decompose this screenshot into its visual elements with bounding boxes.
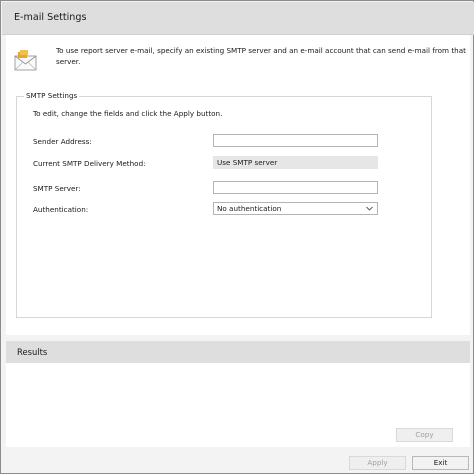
group-legend: SMTP Settings (24, 91, 80, 100)
smtp-settings-group: SMTP Settings To edit, change the fields… (16, 91, 432, 318)
intro-text: To use report server e-mail, specify an … (56, 46, 466, 66)
page-header: E-mail Settings (2, 2, 474, 35)
email-settings-panel: To use report server e-mail, specify an … (6, 35, 470, 335)
sender-address-label: Sender Address: (33, 137, 92, 146)
group-instruction: To edit, change the fields and click the… (33, 109, 223, 118)
authentication-selected: No authentication (217, 204, 282, 213)
copy-button[interactable]: Copy (396, 428, 453, 442)
window-frame: E-mail Settings To use report server e-m… (0, 0, 474, 474)
delivery-method-value: Use SMTP server (213, 156, 378, 169)
smtp-server-input[interactable] (213, 181, 378, 194)
page-title: E-mail Settings (14, 12, 87, 23)
results-header: Results (6, 341, 470, 363)
authentication-select[interactable]: No authentication (213, 202, 378, 215)
smtp-server-label: SMTP Server: (33, 184, 81, 193)
delivery-method-label: Current SMTP Delivery Method: (33, 159, 146, 168)
results-title: Results (17, 347, 48, 357)
authentication-label: Authentication: (33, 205, 89, 214)
chevron-down-icon (366, 206, 373, 211)
exit-button[interactable]: Exit (412, 456, 469, 470)
email-icon (14, 50, 37, 71)
apply-button[interactable]: Apply (349, 456, 406, 470)
sender-address-input[interactable] (213, 134, 378, 147)
